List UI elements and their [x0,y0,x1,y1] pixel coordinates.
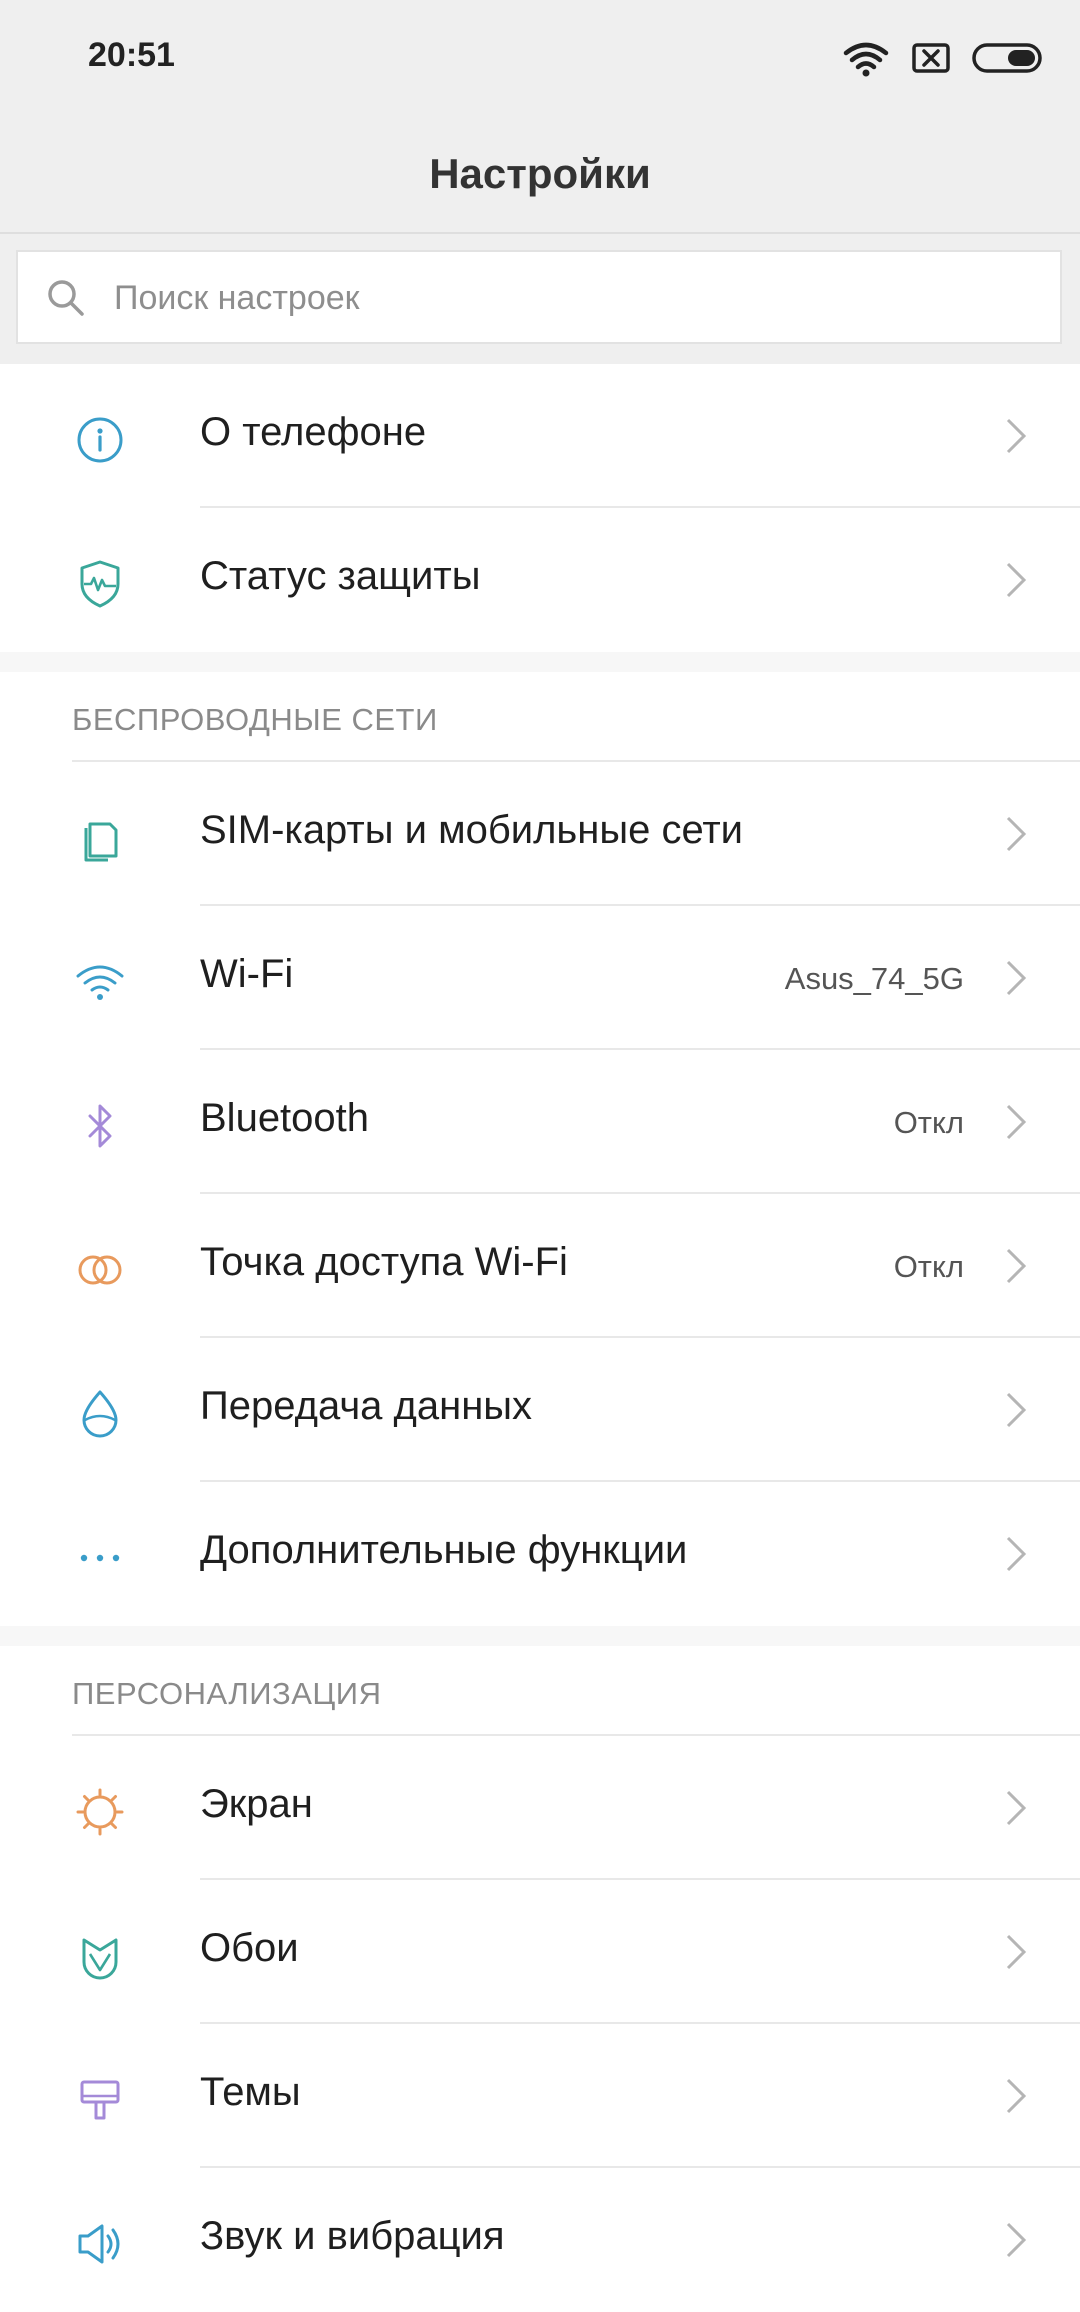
chevron-right-icon [1006,1934,1027,1970]
settings-item-label: Точка доступа Wi-Fi [200,1240,568,1284]
settings-item-themes[interactable]: Темы [0,2024,1080,2168]
settings-item-sound-vibration[interactable]: Звук и вибрация [0,2168,1080,2312]
search-area [0,234,1080,364]
section-header-personalization: ПЕРСОНАЛИЗАЦИЯ [0,1646,1080,1736]
battery-icon [972,43,1042,73]
search-input[interactable] [112,252,1016,344]
chevron-right-icon [1006,2078,1027,2114]
settings-item-data-usage[interactable]: Передача данных [0,1338,1080,1482]
no-sim-icon [912,43,950,73]
settings-item-bluetooth[interactable]: Bluetooth Откл [0,1050,1080,1194]
settings-item-label: Передача данных [200,1384,533,1428]
settings-item-label: Обои [200,1926,299,1970]
wifi-icon [76,965,124,1000]
settings-item-sim-cards[interactable]: SIM-карты и мобильные сети [0,762,1080,906]
chevron-right-icon [1006,418,1027,454]
settings-item-label: Экран [200,1782,313,1826]
info-icon [77,417,123,463]
status-time: 20:51 [88,36,175,74]
settings-item-security-status[interactable]: Статус защиты [0,508,1080,652]
search-box[interactable] [16,250,1062,344]
bluetooth-icon [88,1104,112,1148]
settings-item-hotspot[interactable]: Точка доступа Wi-Fi Откл [0,1194,1080,1338]
settings-item-display[interactable]: Экран [0,1736,1080,1880]
wifi-signal-icon [843,42,889,77]
settings-item-label: Bluetooth [200,1096,370,1140]
chevron-right-icon [1006,1104,1027,1140]
settings-item-label: Темы [200,2070,301,2114]
settings-item-additional-functions[interactable]: Дополнительные функции [0,1482,1080,1626]
settings-item-value: Asus_74_5G [784,961,964,996]
settings-item-about-phone[interactable]: О телефоне [0,364,1080,508]
wallpaper-icon [82,1938,118,1980]
settings-item-value: Откл [893,1105,964,1140]
chevron-right-icon [1006,1392,1027,1428]
chevron-right-icon [1006,816,1027,852]
more-dots-icon [80,1554,120,1562]
hotspot-icon [78,1255,122,1285]
status-bar: 20:51 [0,0,1080,116]
chevron-right-icon [1006,960,1027,996]
settings-item-wifi[interactable]: Wi-Fi Asus_74_5G [0,906,1080,1050]
settings-item-label: Звук и вибрация [200,2214,505,2258]
section-header-wireless: БЕСПРОВОДНЫЕ СЕТИ [0,672,1080,762]
section-title: ПЕРСОНАЛИЗАЦИЯ [72,1676,382,1711]
section-title: БЕСПРОВОДНЫЕ СЕТИ [72,702,438,737]
section-gap [0,1626,1080,1646]
settings-item-label: SIM-карты и мобильные сети [200,808,744,852]
brush-icon [80,2080,120,2120]
search-icon [48,280,84,316]
settings-item-label: Wi-Fi [200,952,294,996]
shield-icon [80,560,120,608]
chevron-right-icon [1006,562,1027,598]
sun-icon [76,1788,124,1836]
status-icons [842,38,1042,78]
data-usage-icon [82,1390,118,1438]
settings-item-value: Откл [893,1249,964,1284]
speaker-icon [78,2224,120,2264]
settings-item-label: О телефоне [200,410,427,454]
chevron-right-icon [1006,2222,1027,2258]
page-title: Настройки [429,150,651,197]
section-gap [0,652,1080,672]
chevron-right-icon [1006,1790,1027,1826]
sim-card-icon [84,822,118,862]
chevron-right-icon [1006,1248,1027,1284]
settings-item-wallpaper[interactable]: Обои [0,1880,1080,2024]
title-bar: Настройки [0,116,1080,234]
settings-item-label: Дополнительные функции [200,1528,688,1572]
settings-item-label: Статус защиты [200,554,481,598]
chevron-right-icon [1006,1536,1027,1572]
